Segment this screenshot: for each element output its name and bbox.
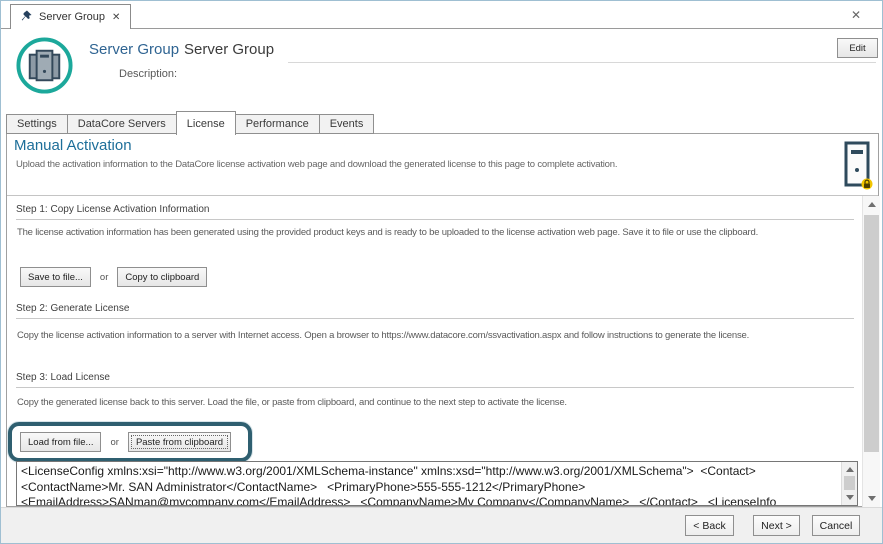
xml-scrollbar[interactable]	[841, 462, 857, 505]
footer-bar: < Back Next > Cancel	[1, 507, 882, 544]
page-intro: Upload the activation information to the…	[16, 159, 776, 170]
xml-scroll-down-icon[interactable]	[842, 490, 857, 505]
divider	[288, 62, 876, 63]
page-title: Server Group Server Group	[89, 41, 274, 58]
load-from-file-button[interactable]: Load from file...	[20, 432, 101, 452]
step1-or-label: or	[100, 272, 108, 283]
tab-settings[interactable]: Settings	[6, 114, 68, 134]
doc-tab-label: Server Group	[39, 11, 105, 23]
window-close-icon[interactable]: ✕	[851, 8, 861, 22]
xml-scroll-up-icon[interactable]	[842, 462, 857, 477]
step3-or-label: or	[110, 437, 118, 448]
page-title-group: Server Group	[89, 41, 179, 58]
copy-to-clipboard-button[interactable]: Copy to clipboard	[117, 267, 207, 287]
step1-title: Step 1: Copy License Activation Informat…	[16, 204, 209, 215]
tab-performance[interactable]: Performance	[235, 114, 320, 134]
scroll-down-icon[interactable]	[863, 491, 880, 506]
step3-title: Step 3: Load License	[16, 372, 110, 383]
tab-events[interactable]: Events	[319, 114, 375, 134]
description-label: Description:	[119, 68, 177, 80]
locked-server-icon	[843, 141, 873, 191]
tab-license[interactable]: License	[176, 111, 236, 135]
paste-from-clipboard-button[interactable]: Paste from clipboard	[128, 432, 231, 452]
nav-tabs: Settings DataCore Servers License Perfor…	[6, 110, 373, 134]
license-xml-box[interactable]: <LicenseConfig xmlns:xsi="http://www.w3.…	[16, 461, 858, 506]
document-tab-bar: Server Group ✕ ✕	[1, 1, 882, 29]
step2-title: Step 2: Generate License	[16, 303, 129, 314]
server-group-window: Server Group ✕ ✕ Server GroupServer Grou…	[0, 0, 883, 544]
tab-close-icon[interactable]: ✕	[112, 12, 120, 23]
main-scrollbar[interactable]	[862, 196, 880, 507]
pushpin-icon[interactable]	[21, 10, 32, 24]
step3-body: Copy the generated license back to this …	[17, 397, 567, 408]
next-button[interactable]: Next >	[753, 515, 800, 536]
step2-body: Copy the license activation information …	[17, 330, 749, 341]
step1-body: The license activation information has b…	[17, 227, 758, 238]
divider	[16, 387, 854, 388]
divider	[7, 195, 878, 196]
license-tab-panel: Manual Activation Upload the activation …	[6, 133, 879, 507]
doc-tab-server-group[interactable]: Server Group ✕	[10, 4, 131, 29]
save-to-file-button[interactable]: Save to file...	[20, 267, 91, 287]
xml-scrollbar-thumb[interactable]	[844, 476, 855, 490]
back-button[interactable]: < Back	[685, 515, 734, 536]
tab-datacore-servers[interactable]: DataCore Servers	[67, 114, 177, 134]
main-scrollbar-thumb[interactable]	[864, 215, 879, 452]
page-title-name: Server Group	[184, 41, 274, 58]
server-group-icon	[15, 36, 74, 95]
step3-button-row: Load from file... or Paste from clipboar…	[20, 432, 231, 452]
step1-button-row: Save to file... or Copy to clipboard	[20, 267, 207, 287]
divider	[1, 28, 882, 29]
page-heading: Manual Activation	[14, 137, 132, 154]
divider	[16, 318, 854, 319]
cancel-button[interactable]: Cancel	[812, 515, 860, 536]
divider	[16, 219, 854, 220]
license-xml-text[interactable]: <LicenseConfig xmlns:xsi="http://www.w3.…	[21, 464, 839, 506]
scroll-up-icon[interactable]	[863, 197, 880, 212]
edit-button[interactable]: Edit	[837, 38, 878, 58]
